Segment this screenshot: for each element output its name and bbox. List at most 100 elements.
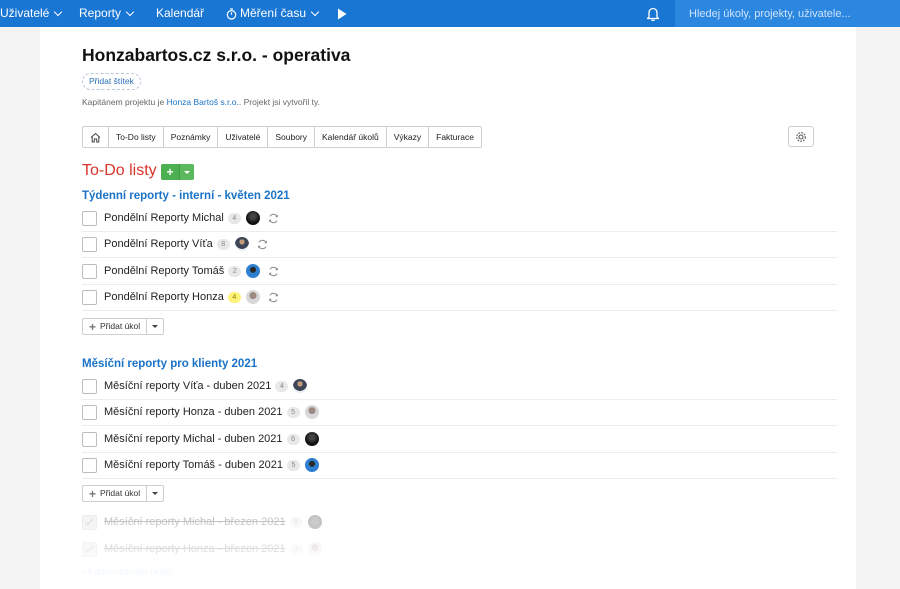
add-task-dropdown[interactable] — [147, 319, 163, 334]
list-item: Pondělní Reporty Michal 4 — [82, 205, 837, 232]
start-timer-button[interactable] — [337, 0, 347, 27]
avatar — [304, 458, 319, 472]
comment-count-badge: 5 — [286, 459, 300, 471]
stopwatch-icon — [226, 7, 237, 20]
search-box — [675, 0, 900, 27]
project-settings-button[interactable] — [788, 126, 814, 147]
comment-count-badge: 4 — [227, 291, 241, 303]
plus-icon: + — [89, 319, 97, 334]
avatar — [245, 211, 260, 225]
comment-count-badge: 4 — [227, 212, 241, 224]
comment-count-badge: 5 — [289, 516, 303, 528]
task-checkbox[interactable] — [82, 378, 97, 394]
task-checkbox[interactable] — [82, 404, 97, 420]
project-description: Kapitánem projektu je Honza Bartoš s.r.o… — [82, 97, 320, 107]
chevron-down-icon — [54, 7, 63, 16]
task-name[interactable]: Měsíční reporty Tomáš - duben 2021 — [104, 459, 283, 471]
caret-down-icon — [184, 170, 190, 174]
task-checkbox-checked[interactable] — [82, 514, 97, 530]
comment-count-badge: 5 — [286, 406, 300, 418]
task-checkbox[interactable] — [82, 263, 97, 279]
add-tag-button[interactable]: Přidat štítek — [82, 73, 141, 90]
comment-count-badge: 2 — [228, 265, 242, 277]
todo-list-title[interactable]: Týdenní reporty - interní - květen 2021 — [82, 190, 290, 202]
tab-todo-lists[interactable]: To-Do listy — [109, 127, 164, 147]
plus-icon: + — [89, 486, 97, 501]
tab-invoicing[interactable]: Fakturace — [429, 127, 481, 147]
chevron-down-icon — [310, 7, 320, 16]
description-prefix: Kapitánem projektu je — [82, 97, 167, 107]
task-name[interactable]: Pondělní Reporty Tomáš — [104, 265, 224, 277]
nav-users-label: Uživatelé — [0, 6, 50, 20]
list-item: Pondělní Reporty Tomáš 2 — [82, 258, 837, 285]
task-checkbox[interactable] — [82, 210, 97, 226]
page-title: Honzabartos.cz s.r.o. - operativa — [82, 45, 351, 65]
show-completed-link[interactable]: +8 dokončených úkolů — [82, 567, 172, 577]
project-card: Honzabartos.cz s.r.o. - operativa Přidat… — [40, 27, 856, 589]
task-checkbox[interactable] — [82, 431, 97, 447]
caret-down-icon — [152, 492, 159, 495]
list-item: Měsíční reporty Víťa - duben 2021 4 — [82, 373, 837, 400]
task-name[interactable]: Měsíční reporty Honza - duben 2021 — [104, 406, 283, 418]
list-item: Měsíční reporty Tomáš - duben 2021 5 — [82, 452, 837, 479]
avatar — [245, 290, 260, 304]
list-item: Pondělní Reporty Honza 4 — [82, 284, 837, 311]
add-task-button[interactable]: + Přidat úkol — [83, 319, 148, 334]
avatar — [234, 237, 249, 251]
task-name[interactable]: Pondělní Reporty Honza — [104, 291, 224, 303]
plus-icon[interactable]: + — [161, 164, 179, 180]
nav-reports[interactable]: Reporty — [79, 0, 135, 27]
add-task-dropdown[interactable] — [147, 486, 163, 501]
avatar — [304, 405, 319, 419]
comment-count-badge: 3 — [289, 543, 303, 555]
add-task-control: + Přidat úkol — [82, 318, 165, 335]
tab-users[interactable]: Uživatelé — [218, 127, 269, 147]
task-name[interactable]: Měsíční reporty Honza - březen 2021 — [104, 543, 286, 555]
comment-count-badge: 6 — [286, 433, 300, 445]
task-name[interactable]: Pondělní Reporty Víťa — [104, 238, 213, 250]
search-input[interactable] — [675, 0, 899, 27]
tab-task-calendar[interactable]: Kalendář úkolů — [315, 127, 387, 147]
completed-list-item: Měsíční reporty Honza - březen 2021 3 — [82, 536, 837, 562]
avatar — [307, 515, 322, 529]
gear-icon — [796, 131, 806, 142]
repeat-icon — [269, 213, 278, 223]
tab-home[interactable] — [83, 127, 109, 147]
task-name[interactable]: Měsíční reporty Víťa - duben 2021 — [104, 380, 271, 392]
section-title: To-Do listy — [82, 162, 157, 179]
todo-list-title[interactable]: Měsíční reporty pro klienty 2021 — [82, 358, 257, 370]
nav-calendar[interactable]: Kalendář — [156, 0, 204, 27]
tab-notes[interactable]: Poznámky — [164, 127, 219, 147]
list-item: Pondělní Reporty Víťa 8 — [82, 231, 837, 258]
repeat-icon — [269, 266, 279, 276]
task-name[interactable]: Měsíční reporty Michal - duben 2021 — [104, 433, 283, 445]
bell-icon — [646, 7, 660, 21]
add-task-button[interactable]: + Přidat úkol — [83, 486, 148, 501]
nav-users[interactable]: Uživatelé — [0, 0, 63, 27]
avatar — [307, 542, 322, 556]
notifications-button[interactable] — [646, 0, 660, 27]
captain-link[interactable]: Honza Bartoš s.r.o. — [167, 97, 239, 107]
task-checkbox[interactable] — [82, 236, 97, 252]
list-item: Měsíční reporty Michal - duben 2021 6 — [82, 426, 837, 453]
add-todo-list-button: + — [161, 164, 194, 180]
task-checkbox[interactable] — [82, 289, 97, 305]
tab-files[interactable]: Soubory — [268, 127, 316, 147]
project-tabs: To-Do listy Poznámky Uživatelé Soubory K… — [82, 126, 482, 148]
add-task-label: Přidat úkol — [100, 321, 141, 331]
completed-list-item: Měsíční reporty Michal - březen 2021 5 — [82, 509, 837, 535]
list-item: Měsíční reporty Honza - duben 2021 5 — [82, 399, 837, 426]
avatar — [246, 264, 261, 278]
nav-time-tracking[interactable]: Měření času — [226, 0, 320, 27]
task-name[interactable]: Měsíční reporty Michal - březen 2021 — [104, 516, 286, 528]
description-suffix: . Projekt jsi vytvořil ty. — [238, 97, 320, 107]
add-task-control: + Přidat úkol — [82, 485, 165, 502]
task-checkbox[interactable] — [82, 457, 97, 473]
tab-reports[interactable]: Výkazy — [387, 127, 430, 147]
task-name[interactable]: Pondělní Reporty Michal — [104, 212, 224, 224]
avatar — [293, 379, 308, 393]
add-task-label: Přidat úkol — [100, 488, 141, 498]
task-checkbox-checked[interactable] — [82, 541, 97, 557]
add-list-dropdown[interactable] — [179, 164, 194, 180]
repeat-icon — [257, 239, 267, 249]
